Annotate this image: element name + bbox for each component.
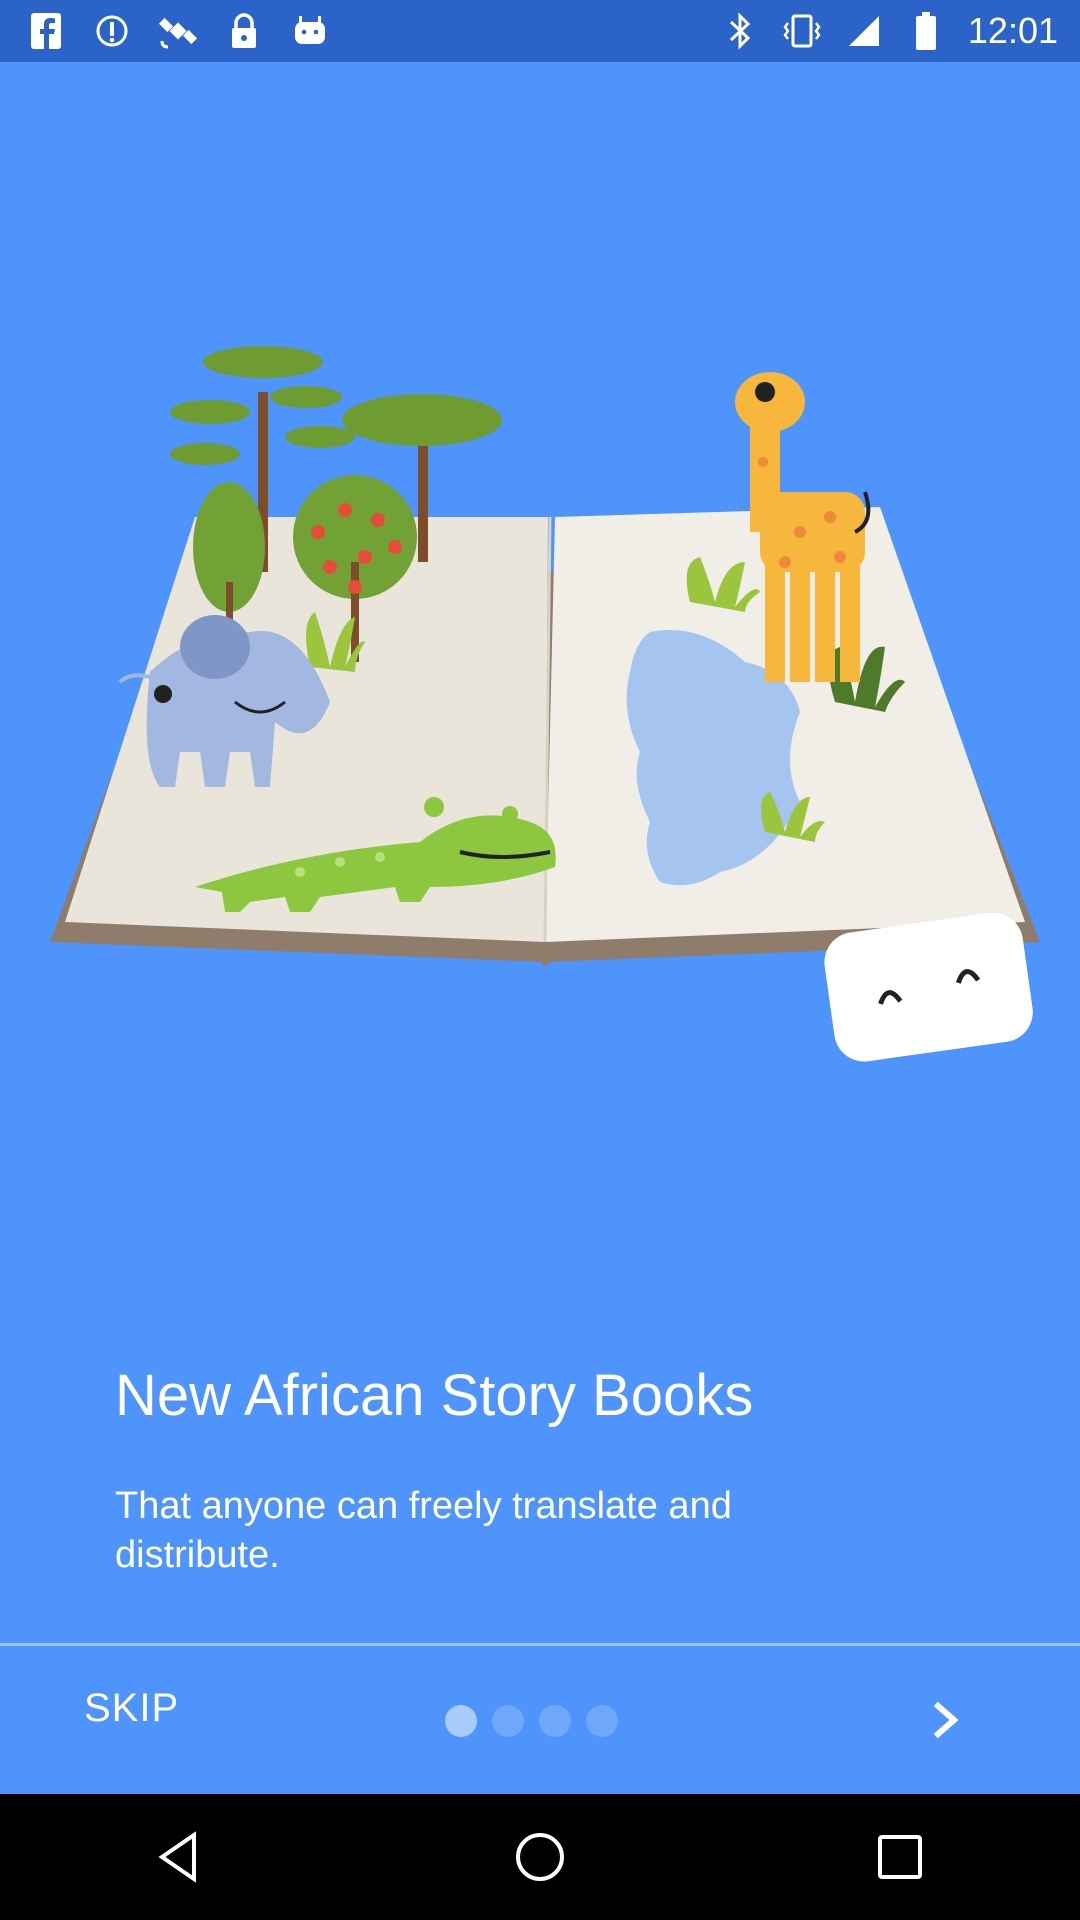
signal-icon: [844, 11, 884, 51]
status-bar: 12:01: [0, 0, 1080, 62]
status-time: 12:01: [967, 10, 1058, 51]
recents-icon: [878, 1835, 922, 1879]
home-button[interactable]: [490, 1807, 590, 1907]
status-left-icons: [0, 11, 330, 51]
next-button[interactable]: [922, 1690, 970, 1750]
back-icon: [158, 1831, 196, 1883]
page-dot-3: [539, 1705, 571, 1737]
onboarding-screen: New African Story Books That anyone can …: [0, 62, 1080, 1646]
battery-icon: [906, 11, 946, 51]
onboarding-nav-bar: SKIP: [0, 1646, 1080, 1794]
chevron-right-icon: [933, 1701, 959, 1739]
facebook-icon: [26, 11, 66, 51]
page-indicator: [445, 1705, 618, 1737]
info-circle-icon: [92, 11, 132, 51]
android-icon: [290, 11, 330, 51]
onboarding-subtitle: That anyone can freely translate and dis…: [115, 1485, 732, 1576]
home-icon: [516, 1833, 564, 1881]
satellite-icon: [158, 11, 198, 51]
page-dot-2: [492, 1705, 524, 1737]
vibrate-icon: [782, 11, 822, 51]
story-book-illustration: [50, 346, 1040, 1062]
system-nav-bar: [0, 1794, 1080, 1920]
lock-icon: [224, 11, 264, 51]
skip-button[interactable]: SKIP: [84, 1686, 179, 1731]
back-button[interactable]: [130, 1807, 230, 1907]
page-dot-4: [586, 1705, 618, 1737]
recents-button[interactable]: [850, 1807, 950, 1907]
status-right-icons: 12:01: [720, 10, 1080, 52]
page-dot-1: [445, 1705, 477, 1737]
onboarding-title: New African Story Books: [115, 1363, 754, 1428]
bluetooth-icon: [720, 11, 760, 51]
